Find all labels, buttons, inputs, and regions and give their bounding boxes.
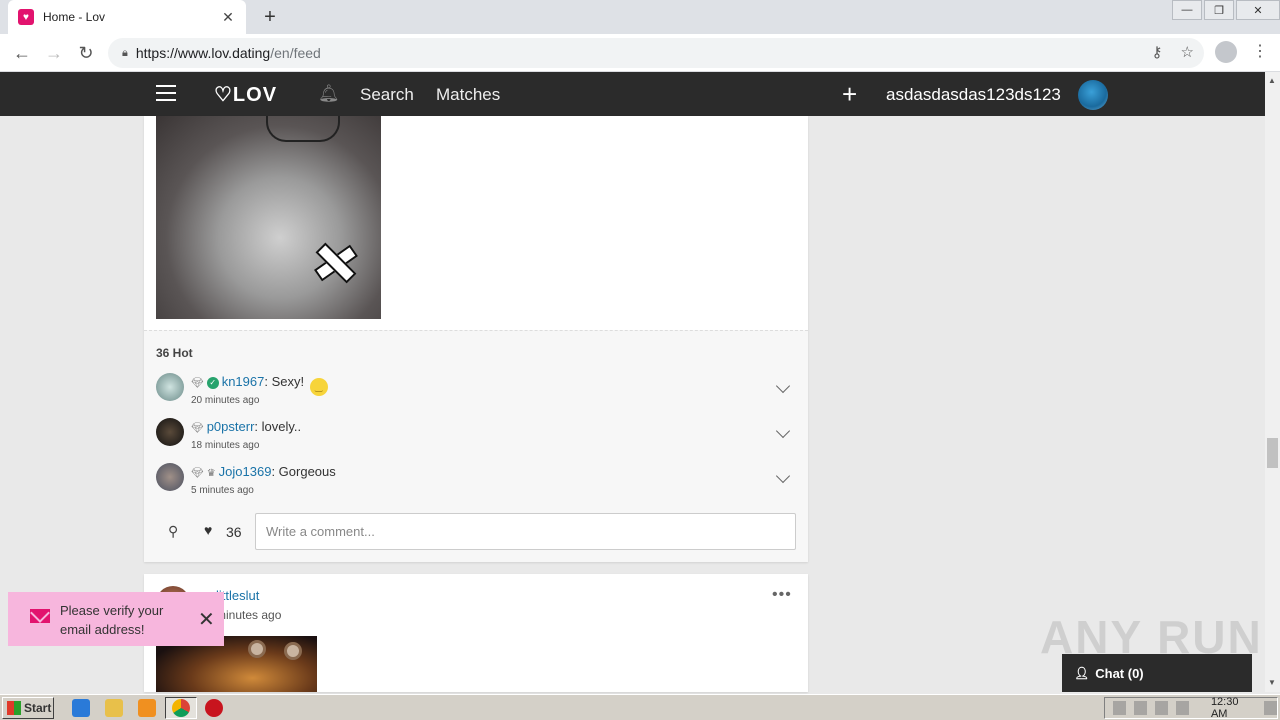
comment-avatar[interactable] <box>156 418 184 446</box>
site-header: ♡LOV 🔔︎ Search Matches + asdasdasdas123d… <box>0 72 1265 116</box>
diamond-icon: 💎︎ <box>191 378 204 389</box>
taskbar: Start 12:30 AM <box>0 694 1280 720</box>
comment-user[interactable]: Jojo1369 <box>219 464 272 479</box>
clock: 12:30 AM <box>1210 696 1239 720</box>
like-count: 36 <box>226 524 242 540</box>
comment-time: 5 minutes ago <box>191 485 254 496</box>
heart-icon[interactable]: ♥ <box>204 522 212 538</box>
restore-button[interactable]: ❐ <box>1204 0 1234 20</box>
window-controls: — ❐ ✕ <box>1170 0 1280 20</box>
folder-icon[interactable] <box>105 699 123 717</box>
diamond-icon: 💎︎ <box>191 423 204 434</box>
more-icon[interactable]: ••• <box>772 586 792 604</box>
chevron-down-icon[interactable] <box>775 468 791 484</box>
profile-icon[interactable] <box>1215 41 1237 63</box>
new-tab-button[interactable]: + <box>258 5 282 29</box>
comment-text: : lovely.. <box>254 419 302 434</box>
page-scrollbar[interactable]: ▲ ▼ <box>1265 72 1280 692</box>
crown-icon: ♛ <box>206 468 216 479</box>
plus-icon[interactable]: + <box>842 79 857 110</box>
post-time: minutes ago <box>216 608 282 622</box>
key-icon[interactable]: ⚷ <box>1152 43 1163 61</box>
reload-icon[interactable]: ↻ <box>74 41 98 65</box>
hot-count: 36 Hot <box>156 346 193 360</box>
avatar[interactable] <box>1078 80 1108 110</box>
volume-icon[interactable] <box>1154 701 1168 715</box>
star-icon[interactable]: ☆ <box>1181 43 1194 61</box>
tab-title: Home - Lov <box>43 10 106 24</box>
pin-icon[interactable]: ⚲ <box>168 523 178 540</box>
bell-icon[interactable]: 🔔︎ <box>318 84 340 104</box>
flag-icon[interactable] <box>1175 701 1189 715</box>
minimize-button[interactable]: — <box>1172 0 1202 20</box>
chat-button[interactable]: 👤︎ Chat (0) <box>1062 654 1252 692</box>
toast-message: Please verify your email address! <box>60 603 164 637</box>
windows-flag-icon <box>7 701 21 715</box>
comment-time: 18 minutes ago <box>191 440 260 451</box>
comment-item: 💎︎ p0psterr: lovely.. 18 minutes ago <box>156 418 796 458</box>
browser-tab[interactable]: ♥ Home - Lov ✕ <box>8 0 246 34</box>
emoji-icon: ‿ <box>309 378 328 396</box>
system-tray: 12:30 AM <box>1104 696 1278 720</box>
comment-avatar[interactable] <box>156 463 184 491</box>
comment-text: : Gorgeous <box>271 464 336 479</box>
comment-item: 💎︎ ♛ Jojo1369: Gorgeous 5 minutes ago <box>156 463 796 503</box>
browser-tab-strip: ♥ Home - Lov ✕ + — ❐ ✕ <box>0 0 1280 34</box>
nav-matches[interactable]: Matches <box>436 85 500 105</box>
comment-avatar[interactable] <box>156 373 184 401</box>
address-bar[interactable]: 🔒︎ https://www.lov.dating/en/feed ⚷ ☆ <box>108 38 1204 68</box>
chat-user-icon: 👤︎ <box>1074 666 1090 680</box>
tab-close-icon[interactable]: ✕ <box>220 9 236 26</box>
comment-item: 💎︎ ✓ kn1967: Sexy! ‿ 20 minutes ago <box>156 373 796 413</box>
tray-arrow-icon[interactable] <box>1113 701 1126 715</box>
comment-user[interactable]: kn1967 <box>222 374 265 389</box>
scroll-up-icon[interactable]: ▲ <box>1268 76 1276 85</box>
comment-time: 20 minutes ago <box>191 395 260 406</box>
mail-icon <box>30 609 50 623</box>
comments-section: 36 Hot 💎︎ ✓ kn1967: Sexy! ‿ 20 minutes ago… <box>144 330 808 562</box>
toast-close-icon[interactable]: ✕ <box>198 607 215 632</box>
ie-icon[interactable] <box>72 699 90 717</box>
diamond-icon: 💎︎ <box>191 468 204 479</box>
post-actions: ⚲ ♥ 36 <box>156 513 796 551</box>
close-window-button[interactable]: ✕ <box>1236 0 1280 20</box>
verify-email-toast: Please verify your email address! ✕ <box>8 592 224 646</box>
lock-icon: 🔒︎ <box>122 46 128 59</box>
verified-icon: ✓ <box>206 377 219 389</box>
forward-icon[interactable]: → <box>42 41 66 65</box>
comment-input[interactable] <box>255 513 796 550</box>
lov-favicon-icon: ♥ <box>18 9 34 25</box>
hamburger-icon[interactable] <box>156 85 176 103</box>
comment-user[interactable]: p0psterr <box>207 419 255 434</box>
chrome-taskbar-button[interactable] <box>165 697 197 719</box>
username-link[interactable]: asdasdasdas123ds123 <box>886 85 1061 105</box>
back-icon[interactable]: ← <box>10 41 34 65</box>
browser-toolbar: ← → ↻ 🔒︎ https://www.lov.dating/en/feed … <box>0 34 1280 72</box>
feed-post: littleslut minutes ago ••• <box>144 574 808 692</box>
chat-label: Chat (0) <box>1095 665 1144 681</box>
post-photo[interactable] <box>156 116 381 319</box>
show-desktop-icon[interactable] <box>1264 701 1278 715</box>
scrollbar-thumb[interactable] <box>1267 438 1278 468</box>
stop-icon[interactable] <box>205 699 223 717</box>
nav-search[interactable]: Search <box>360 85 414 105</box>
scroll-down-icon[interactable]: ▼ <box>1268 678 1276 687</box>
feed-post: 36 Hot 💎︎ ✓ kn1967: Sexy! ‿ 20 minutes ago… <box>144 116 808 562</box>
lov-logo[interactable]: ♡LOV <box>214 82 277 107</box>
media-player-icon[interactable] <box>138 699 156 717</box>
chevron-down-icon[interactable] <box>775 423 791 439</box>
start-button[interactable]: Start <box>2 697 54 719</box>
chrome-icon <box>172 699 190 717</box>
chevron-down-icon[interactable] <box>775 378 791 394</box>
comment-text: : Sexy! <box>264 374 305 389</box>
browser-menu-icon[interactable]: ⋮ <box>1252 41 1268 61</box>
network-icon[interactable] <box>1133 701 1147 715</box>
url-text: https://www.lov.dating/en/feed <box>135 45 321 61</box>
